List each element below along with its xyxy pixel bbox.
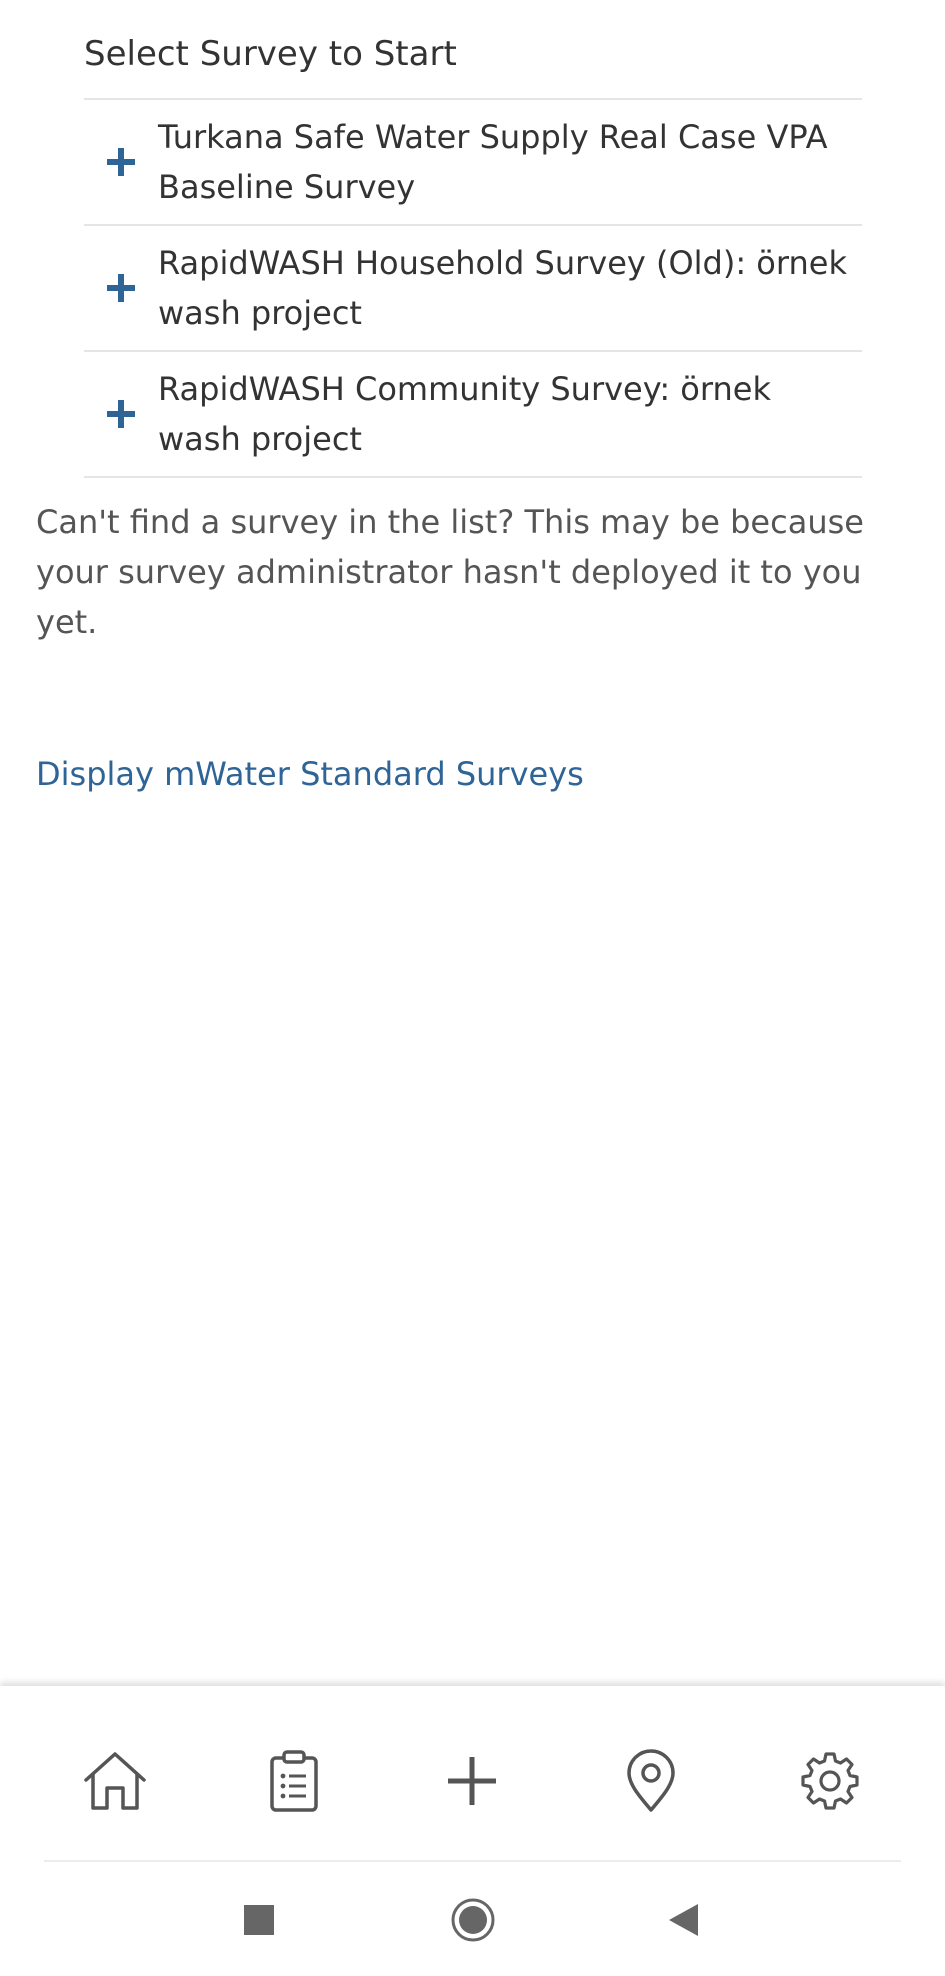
system-home-button[interactable] xyxy=(443,1890,503,1950)
add-icon xyxy=(448,1757,496,1805)
nav-settings-button[interactable] xyxy=(793,1744,867,1818)
bottom-navigation-bar xyxy=(0,1686,945,1862)
survey-label: RapidWASH Community Survey: örnek wash p… xyxy=(158,370,771,458)
system-navigation-bar xyxy=(0,1862,945,1976)
recents-button[interactable] xyxy=(229,1890,289,1950)
nav-surveys-button[interactable] xyxy=(257,1744,331,1818)
page: Select Survey to Start Turkana Safe Wate… xyxy=(0,0,945,1976)
gear-icon xyxy=(801,1752,859,1810)
clipboard-list-icon xyxy=(270,1750,318,1812)
map-pin-icon xyxy=(627,1749,675,1812)
survey-item[interactable]: RapidWASH Household Survey (Old): örnek … xyxy=(84,226,862,352)
recents-square-icon xyxy=(244,1905,274,1935)
survey-label: RapidWASH Household Survey (Old): örnek … xyxy=(158,244,847,332)
help-text: Can't find a survey in the list? This ma… xyxy=(36,503,864,641)
nav-home-button[interactable] xyxy=(78,1744,152,1818)
nav-add-button[interactable] xyxy=(435,1744,509,1818)
panel-title: Select Survey to Start xyxy=(84,0,862,100)
back-triangle-icon xyxy=(669,1904,698,1936)
plus-icon xyxy=(84,146,158,178)
display-standard-surveys-link[interactable]: Display mWater Standard Surveys xyxy=(36,749,584,799)
survey-selection-panel: Select Survey to Start Turkana Safe Wate… xyxy=(84,0,862,478)
survey-item[interactable]: RapidWASH Community Survey: örnek wash p… xyxy=(84,352,862,478)
nav-map-button[interactable] xyxy=(614,1744,688,1818)
home-circle-icon xyxy=(451,1898,495,1942)
plus-icon xyxy=(84,398,158,430)
home-icon xyxy=(84,1752,146,1810)
back-button[interactable] xyxy=(654,1890,714,1950)
plus-icon xyxy=(84,272,158,304)
survey-label: Turkana Safe Water Supply Real Case VPA … xyxy=(158,118,828,206)
survey-item[interactable]: Turkana Safe Water Supply Real Case VPA … xyxy=(84,100,862,226)
